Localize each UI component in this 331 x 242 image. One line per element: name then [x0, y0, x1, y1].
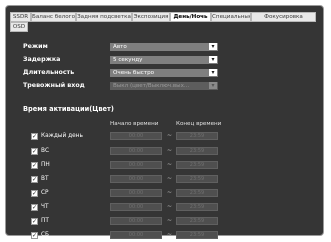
tab-ssdr[interactable]: SSDR — [10, 12, 31, 22]
day-checkbox[interactable]: ✓ — [31, 232, 38, 239]
start-time-header: Начало времени — [110, 121, 159, 127]
day-checkbox[interactable]: ✓ — [31, 162, 38, 169]
range-separator: ~ — [167, 147, 173, 154]
start-time-input: 00:00 — [110, 147, 162, 155]
alarm-input-select: Выкл (цвет/Выключ.вых... ▾ — [110, 82, 218, 90]
settings-tabs: SSDR Баланс белого Задняя подсветка Эксп… — [10, 12, 320, 34]
day-label: ПТ — [41, 218, 49, 224]
day-night-settings-panel: SSDR Баланс белого Задняя подсветка Эксп… — [5, 5, 324, 239]
duration-select[interactable]: Очень быстро ▾ — [110, 69, 218, 77]
end-time-input: 23:59 — [176, 175, 218, 183]
day-label: Каждый день — [41, 133, 83, 139]
end-time-input: 23:59 — [176, 189, 218, 197]
end-time-input: 23:59 — [176, 203, 218, 211]
day-checkbox[interactable]: ✓ — [31, 148, 38, 155]
delay-value: 5 секунду — [113, 57, 143, 63]
end-time-input: 23:59 — [176, 217, 218, 225]
chevron-down-icon: ▾ — [209, 69, 217, 76]
range-separator: ~ — [167, 161, 173, 168]
day-label: ПН — [41, 162, 50, 168]
day-checkbox[interactable]: ✓ — [31, 204, 38, 211]
end-time-input: 23:59 — [176, 147, 218, 155]
range-separator: ~ — [167, 189, 173, 196]
day-label: ВТ — [41, 176, 49, 182]
chevron-down-icon: ▾ — [209, 56, 217, 63]
range-separator: ~ — [167, 217, 173, 224]
day-checkbox[interactable]: ✓ — [31, 190, 38, 197]
range-separator: ~ — [167, 203, 173, 210]
end-time-input: 23:59 — [176, 161, 218, 169]
start-time-input: 00:00 — [110, 132, 162, 140]
alarm-input-value: Выкл (цвет/Выключ.вых... — [113, 83, 190, 89]
chevron-down-icon: ▾ — [209, 82, 217, 89]
tab-osd[interactable]: OSD — [10, 22, 28, 32]
chevron-down-icon: ▾ — [209, 43, 217, 50]
day-checkbox[interactable]: ✓ — [31, 176, 38, 183]
start-time-input: 00:00 — [110, 217, 162, 225]
mode-value: Авто — [113, 44, 127, 50]
start-time-input: 00:00 — [110, 203, 162, 211]
duration-label: Длительность — [23, 69, 75, 76]
tab-backlight[interactable]: Задняя подсветка — [76, 12, 132, 22]
start-time-input: 00:00 — [110, 175, 162, 183]
day-label: ВС — [41, 148, 50, 154]
duration-value: Очень быстро — [113, 70, 155, 76]
day-checkbox[interactable]: ✓ — [31, 218, 38, 225]
range-separator: ~ — [167, 175, 173, 182]
tab-exposure[interactable]: Экспозиция — [132, 12, 170, 22]
end-time-input: 23:59 — [176, 231, 218, 239]
start-time-input: 00:00 — [110, 161, 162, 169]
end-time-header: Конец времени — [176, 121, 222, 127]
start-time-input: 00:00 — [110, 231, 162, 239]
start-time-input: 00:00 — [110, 189, 162, 197]
tab-day-night[interactable]: День/Ночь — [170, 12, 211, 22]
delay-select[interactable]: 5 секунду ▾ — [110, 56, 218, 64]
mode-label: Режим — [23, 43, 48, 50]
tab-white-balance[interactable]: Баланс белого — [31, 12, 76, 22]
range-separator: ~ — [167, 231, 173, 238]
activation-time-title: Время активации(Цвет) — [23, 105, 114, 113]
day-label: СБ — [41, 232, 50, 238]
end-time-input: 23:59 — [176, 132, 218, 140]
day-label: СР — [41, 190, 49, 196]
tab-focus[interactable]: Фокусировка — [251, 12, 316, 22]
alarm-input-label: Тревожный вход — [23, 82, 85, 89]
mode-select[interactable]: Авто ▾ — [110, 43, 218, 51]
delay-label: Задержка — [23, 56, 61, 63]
day-label: ЧТ — [41, 204, 49, 210]
tab-special[interactable]: Специальные — [211, 12, 251, 22]
day-checkbox[interactable]: ✓ — [31, 133, 38, 140]
range-separator: ~ — [167, 132, 173, 139]
